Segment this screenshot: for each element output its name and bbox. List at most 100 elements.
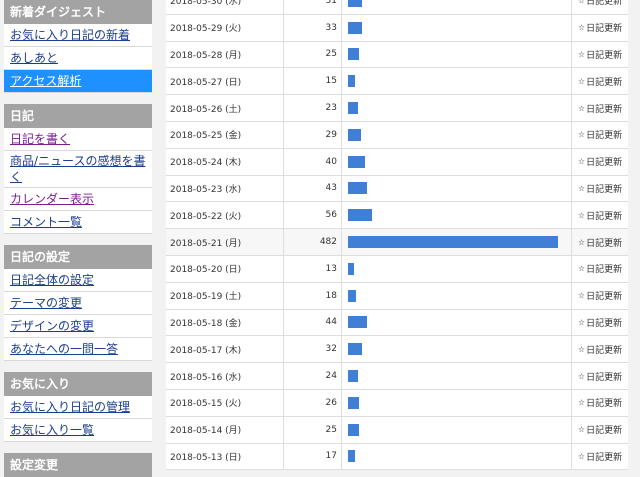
diary-update-link[interactable]: ☆ 日記更新 — [572, 444, 628, 470]
sidebar-link[interactable]: アクセス解析 — [4, 70, 152, 93]
sidebar-link[interactable]: 日記を書く — [4, 128, 152, 151]
star-icon: ☆ — [577, 398, 586, 408]
star-icon: ☆ — [577, 23, 586, 33]
date-cell: 2018-05-22 (火) — [166, 202, 284, 229]
access-bar — [348, 370, 358, 383]
count-cell: 15 — [284, 68, 342, 95]
access-bar — [348, 0, 362, 7]
sidebar-link[interactable]: あなたへの一問一答 — [4, 338, 152, 361]
diary-update-link[interactable]: ☆ 日記更新 — [572, 68, 628, 94]
star-icon: ☆ — [577, 49, 586, 59]
access-bar — [348, 128, 361, 141]
sidebar-link[interactable]: デザインの変更 — [4, 315, 152, 338]
diary-update-link[interactable]: ☆ 日記更新 — [572, 256, 628, 282]
count-cell: 32 — [284, 336, 342, 363]
date-cell: 2018-05-18 (金) — [166, 309, 284, 336]
sidebar-link[interactable]: コメント一覧 — [4, 211, 152, 234]
sidebar-link[interactable]: テーマの変更 — [4, 292, 152, 315]
access-bar — [348, 343, 362, 356]
diary-update-link[interactable]: ☆ 日記更新 — [572, 95, 628, 121]
access-bar — [348, 182, 367, 195]
star-icon: ☆ — [577, 130, 586, 140]
diary-update-link[interactable]: ☆ 日記更新 — [572, 42, 628, 68]
star-icon: ☆ — [577, 237, 586, 247]
star-icon: ☆ — [577, 371, 586, 381]
diary-update-link[interactable]: ☆ 日記更新 — [572, 390, 628, 416]
diary-update-link[interactable]: ☆ 日記更新 — [572, 149, 628, 175]
sidebar-link[interactable]: 商品/ニュースの感想を書く — [4, 151, 152, 188]
date-cell: 2018-05-28 (月) — [166, 41, 284, 68]
bar-cell — [342, 363, 572, 389]
table-row: 2018-05-14 (月) 25 ☆ 日記更新 — [166, 416, 628, 444]
count-cell: 17 — [284, 443, 342, 470]
diary-update-link[interactable]: ☆ 日記更新 — [572, 15, 628, 41]
diary-update-label: 日記更新 — [586, 426, 623, 437]
table-row: 2018-05-22 (火) 56 ☆ 日記更新 — [166, 202, 628, 230]
bar-cell — [342, 95, 572, 121]
sidebar-link[interactable]: お気に入り日記の管理 — [4, 396, 152, 419]
sidebar-link[interactable]: カレンダー表示 — [4, 188, 152, 211]
diary-update-label: 日記更新 — [586, 372, 623, 383]
diary-update-label: 日記更新 — [586, 452, 623, 463]
diary-update-link[interactable]: ☆ 日記更新 — [572, 363, 628, 389]
bar-cell — [342, 389, 572, 416]
sidebar-link[interactable]: お気に入り日記の新着 — [4, 24, 152, 47]
diary-update-link[interactable]: ☆ 日記更新 — [572, 417, 628, 443]
bar-cell — [342, 148, 572, 175]
bar-cell — [342, 202, 572, 229]
sidebar-section-title: 日記 — [4, 104, 152, 128]
diary-update-link[interactable]: ☆ 日記更新 — [572, 176, 628, 202]
count-cell: 23 — [284, 95, 342, 121]
count-cell: 43 — [284, 175, 342, 202]
access-bar — [348, 48, 359, 61]
access-bar — [348, 236, 558, 249]
count-cell: 18 — [284, 282, 342, 309]
diary-update-link[interactable]: ☆ 日記更新 — [572, 310, 628, 336]
date-cell: 2018-05-21 (月) — [166, 229, 284, 255]
access-bar — [348, 155, 365, 168]
access-bar — [348, 209, 372, 222]
diary-update-label: 日記更新 — [586, 238, 623, 249]
sidebar-link[interactable]: 日記全体の設定 — [4, 269, 152, 292]
table-row: 2018-05-23 (水) 43 ☆ 日記更新 — [166, 175, 628, 203]
diary-update-label: 日記更新 — [586, 292, 623, 303]
date-cell: 2018-05-29 (火) — [166, 14, 284, 41]
diary-update-link[interactable]: ☆ 日記更新 — [572, 122, 628, 148]
star-icon: ☆ — [577, 210, 586, 220]
star-icon: ☆ — [577, 103, 586, 113]
table-row: 2018-05-15 (火) 26 ☆ 日記更新 — [166, 389, 628, 417]
date-cell: 2018-05-13 (日) — [166, 443, 284, 470]
bar-cell — [342, 0, 572, 14]
sidebar-section-title: お気に入り — [4, 372, 152, 396]
diary-update-label: 日記更新 — [586, 158, 623, 169]
date-cell: 2018-05-26 (土) — [166, 95, 284, 121]
diary-update-label: 日記更新 — [586, 399, 623, 410]
table-row: 2018-05-17 (木) 32 ☆ 日記更新 — [166, 336, 628, 364]
sidebar-section-title: 新着ダイジェスト — [4, 0, 152, 24]
bar-cell — [342, 175, 572, 202]
diary-update-label: 日記更新 — [586, 50, 623, 61]
access-stats-table: 2018-05-30 (水) 31 ☆ 日記更新 2018-05-29 (火) 33 ☆ 日記… — [166, 0, 628, 471]
table-row: 2018-05-18 (金) 44 ☆ 日記更新 — [166, 309, 628, 337]
diary-update-link[interactable]: ☆ 日記更新 — [572, 229, 628, 255]
sidebar-link[interactable]: お気に入り一覧 — [4, 419, 152, 442]
count-cell: 24 — [284, 363, 342, 389]
star-icon: ☆ — [577, 317, 586, 327]
diary-update-label: 日記更新 — [586, 345, 623, 356]
bar-cell — [342, 416, 572, 443]
diary-update-label: 日記更新 — [586, 24, 623, 35]
count-cell: 25 — [284, 416, 342, 443]
date-cell: 2018-05-25 (金) — [166, 121, 284, 148]
diary-update-link[interactable]: ☆ 日記更新 — [572, 0, 628, 14]
table-row: 2018-05-20 (日) 13 ☆ 日記更新 — [166, 255, 628, 283]
star-icon: ☆ — [577, 76, 586, 86]
diary-update-label: 日記更新 — [586, 265, 623, 276]
diary-update-link[interactable]: ☆ 日記更新 — [572, 283, 628, 309]
diary-update-link[interactable]: ☆ 日記更新 — [572, 202, 628, 228]
bar-cell — [342, 336, 572, 363]
bar-cell — [342, 309, 572, 336]
date-cell: 2018-05-27 (日) — [166, 68, 284, 95]
count-cell: 56 — [284, 202, 342, 229]
sidebar-link[interactable]: あしあと — [4, 47, 152, 70]
diary-update-link[interactable]: ☆ 日記更新 — [572, 336, 628, 362]
